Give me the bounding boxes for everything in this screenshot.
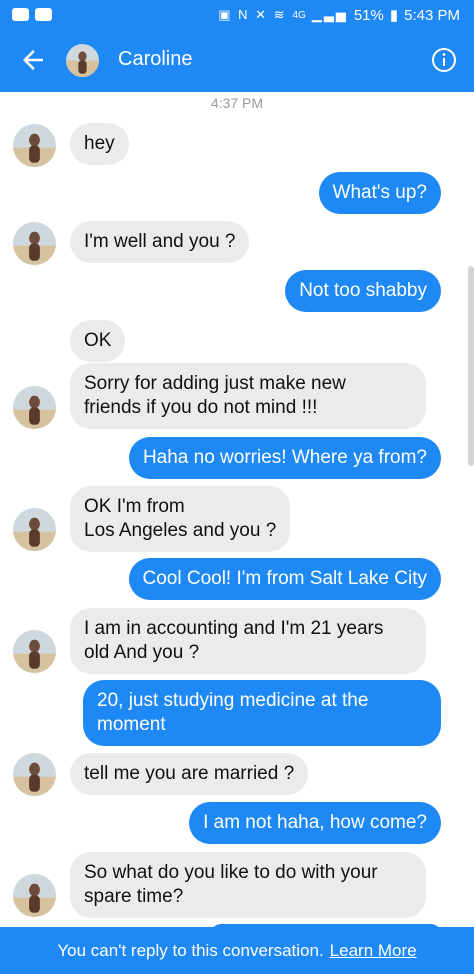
message-list[interactable]: 4:37 PM hey What's up? I'm well and you … [0, 92, 474, 927]
sender-avatar[interactable] [13, 124, 56, 167]
message-bubble-incoming[interactable]: So what do you like to do with your spar… [70, 852, 426, 918]
learn-more-link[interactable]: Learn More [330, 941, 417, 961]
message-text: spare time? [84, 886, 184, 907]
message-bubble-incoming[interactable]: tell me you are married ? [70, 753, 309, 795]
message-bubble-incoming[interactable]: I am in accounting and I'm 21 years old … [70, 608, 426, 674]
message-text: What's up? [332, 182, 427, 203]
avatar-photo [13, 630, 56, 673]
message-text: OK I'm from [84, 496, 185, 517]
info-icon [432, 48, 456, 72]
sender-avatar[interactable] [13, 222, 56, 265]
status-notifications [12, 8, 52, 21]
message-text: friends if you do not mind !!! [84, 397, 318, 418]
avatar-photo [13, 508, 56, 551]
network-type: 4G [292, 9, 306, 21]
reply-disabled-notice: You can't reply to this conversation. [57, 940, 324, 960]
cell-signal-icon: ▁▃▅ [311, 7, 348, 22]
avatar-photo [13, 753, 56, 796]
message-text: OK [84, 330, 112, 351]
contact-avatar[interactable] [66, 44, 99, 77]
message-text: Los Angeles and you ? [84, 520, 277, 541]
message-bubble-incoming[interactable]: I'm well and you ? [70, 221, 250, 263]
scrollbar[interactable] [468, 266, 474, 466]
message-bubble-outgoing[interactable]: I am not haha, how come? [189, 802, 441, 844]
sender-avatar[interactable] [13, 753, 56, 796]
avatar-photo [13, 386, 56, 429]
message-text: Sorry for adding just make new [84, 373, 346, 394]
conversation-timestamp: 4:37 PM [210, 95, 264, 111]
sender-avatar[interactable] [13, 508, 56, 551]
message-text: So what do you like to do with your [84, 862, 378, 883]
youtube-notification-icon [35, 8, 52, 21]
message-text: I am in accounting and I'm 21 years [84, 618, 384, 639]
message-bubble-outgoing[interactable]: Cool Cool! I'm from Salt Lake City [128, 558, 441, 600]
status-bar: ▣ N ✕ ≋ 4G ▁▃▅ 51% ▮ 5:43 PM [0, 0, 474, 30]
message-text: I am not haha, how come? [203, 812, 427, 833]
toolbar: Caroline [0, 30, 474, 92]
message-bubble-outgoing[interactable]: 20, just studying medicine at the moment [83, 680, 441, 746]
message-text: Not too shabby [299, 280, 427, 301]
avatar-photo [13, 874, 56, 917]
contact-name[interactable]: Caroline [118, 48, 192, 71]
message-text: hey [84, 133, 115, 154]
message-text: I'm well and you ? [84, 231, 236, 252]
sender-avatar[interactable] [13, 630, 56, 673]
message-bubble-outgoing[interactable]: What's up? [318, 172, 441, 214]
clock: 5:43 PM [404, 6, 460, 24]
message-text: 20, just studying medicine at the [97, 690, 369, 711]
message-bubble-incoming[interactable]: hey [70, 123, 129, 165]
back-button[interactable] [18, 45, 48, 75]
avatar-photo [13, 124, 56, 167]
app-header: ▣ N ✕ ≋ 4G ▁▃▅ 51% ▮ 5:43 PM Caroline [0, 0, 474, 92]
sender-avatar[interactable] [13, 386, 56, 429]
message-text: moment [97, 714, 166, 735]
message-bubble-outgoing[interactable]: Haha no worries! Where ya from? [128, 437, 441, 479]
message-bubble-incoming[interactable]: OK I'm from Los Angeles and you ? [70, 486, 291, 552]
info-button[interactable] [431, 47, 457, 73]
reply-disabled-banner: You can't reply to this conversation. Le… [0, 927, 474, 974]
avatar-photo [13, 222, 56, 265]
message-text: Cool Cool! I'm from Salt Lake City [142, 568, 428, 589]
messenger-notification-icon [12, 8, 29, 21]
message-bubble-incoming[interactable]: Sorry for adding just make new friends i… [70, 363, 426, 429]
message-text: tell me you are married ? [84, 763, 295, 784]
message-bubble-outgoing[interactable]: Not too shabby [285, 270, 441, 312]
message-bubble-incoming[interactable]: OK [70, 320, 126, 362]
message-text: Haha no worries! Where ya from? [142, 447, 427, 468]
message-text: old And you ? [84, 642, 200, 663]
signal-icon: ▣ N ✕ ≋ [218, 7, 287, 22]
avatar-photo [66, 44, 99, 77]
sender-avatar[interactable] [13, 874, 56, 917]
battery-level: 51% [353, 6, 384, 24]
arrow-left-icon [23, 50, 43, 70]
status-indicators: ▣ N ✕ ≋ 4G ▁▃▅ 51% ▮ 5:43 PM [218, 6, 460, 25]
battery-icon: ▮ [389, 7, 399, 24]
